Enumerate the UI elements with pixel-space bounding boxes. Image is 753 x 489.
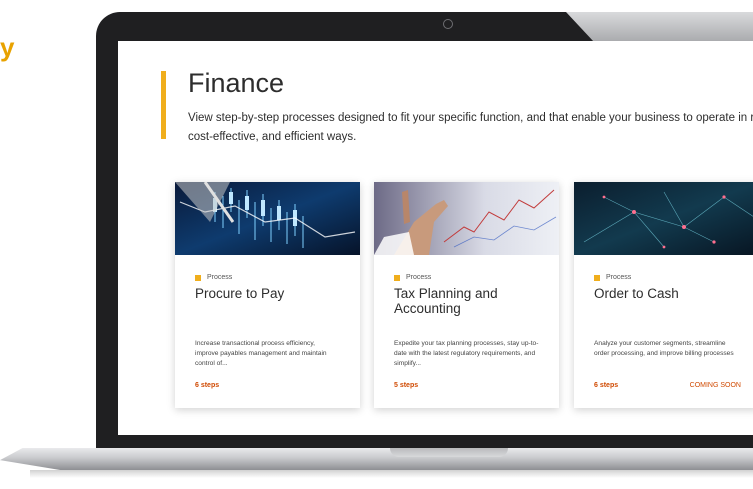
process-card-tax-planning[interactable]: Process Tax Planning and Accounting Expe… [374,182,559,408]
laptop-base [0,448,753,470]
lid-glare [566,12,753,42]
cropped-heading-text: y [0,32,15,62]
camera-icon [443,19,453,29]
card-description: Increase transactional process efficienc… [195,340,327,367]
card-image-stock-chart [175,182,360,255]
card-description: Analyze your customer segments, streamli… [594,340,734,357]
card-steps: 6 steps [195,382,220,389]
process-card-procure-to-pay[interactable]: Process Procure to Pay Increase transact… [175,182,360,408]
tag-square-icon [394,274,400,281]
tag-square-icon [195,274,201,281]
card-description: Expedite your tax planning processes, st… [394,340,539,367]
card-image-network [574,182,753,255]
card-title: Order to Cash [594,286,679,301]
tag-square-icon [594,274,600,281]
process-tag: Process [394,274,431,281]
process-tag: Process [195,274,232,281]
process-tag: Process [594,274,631,281]
laptop-base-notch [390,448,508,457]
title-accent-bar [161,71,166,139]
process-tag-label: Process [606,274,632,281]
card-title: Tax Planning and Accounting [394,286,498,316]
card-steps: 6 steps [594,382,619,389]
page-title: Finance [188,68,285,98]
process-card-order-to-cash[interactable]: Process Order to Cash Analyze your custo… [574,182,753,408]
card-image-hand-chart [374,182,559,255]
card-steps: 5 steps [394,382,419,389]
card-title: Procure to Pay [195,286,285,301]
page-description: View step-by-step processes designed to … [188,112,753,143]
laptop-screen: Finance View step-by-step processes desi… [118,41,753,435]
process-tag-label: Process [207,274,233,281]
laptop-shadow [30,470,753,478]
process-tag-label: Process [406,274,432,281]
coming-soon-badge: COMING SOON [689,382,741,389]
